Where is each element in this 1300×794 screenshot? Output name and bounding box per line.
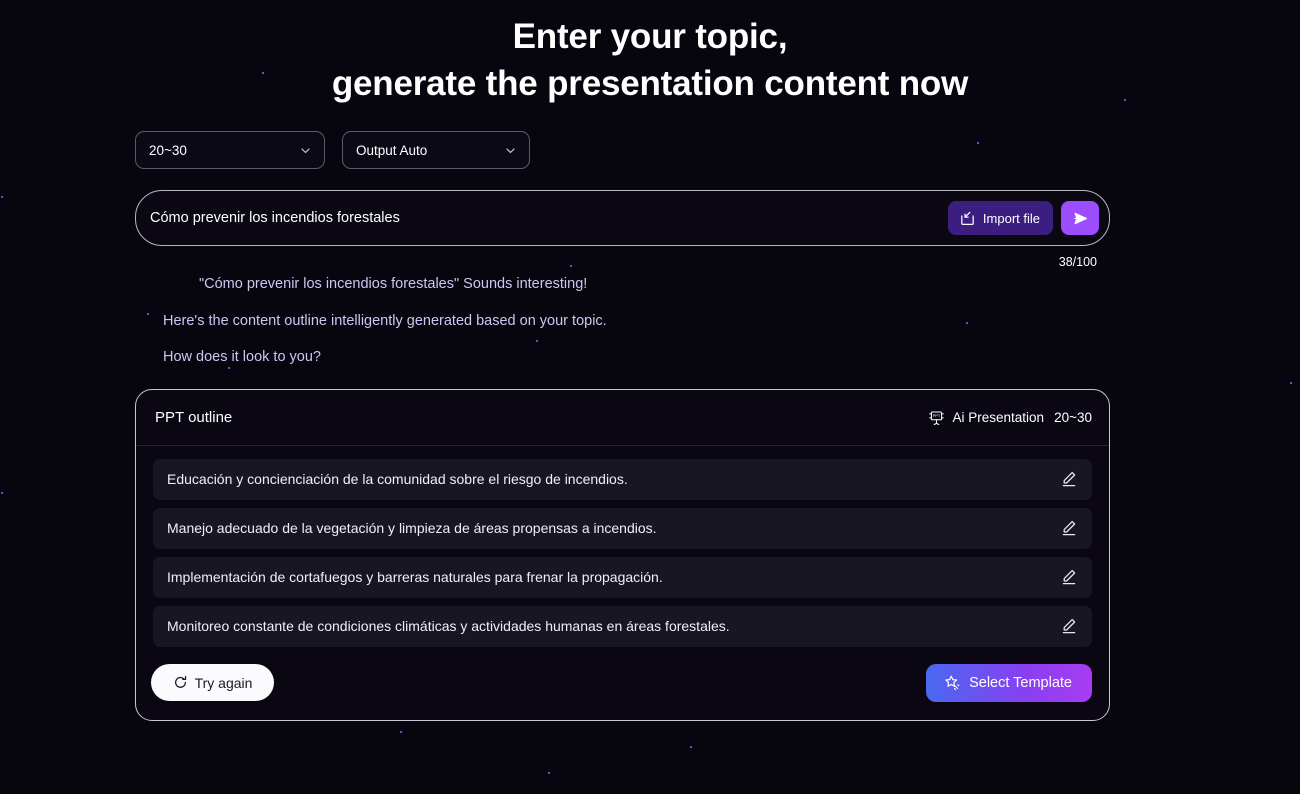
- pencil-edit-icon[interactable]: [1058, 566, 1080, 588]
- try-again-button[interactable]: Try again: [151, 664, 274, 702]
- content-column: 20~30 Output Auto Cómo prevenir los ince…: [135, 131, 1110, 721]
- outline-item[interactable]: Educación y concienciación de la comunid…: [153, 458, 1092, 500]
- outline-items-list: Educación y concienciación de la comunid…: [136, 446, 1109, 647]
- output-mode-select-value: Output Auto: [356, 142, 428, 158]
- assistant-message: Here's the content outline intelligently…: [163, 312, 607, 329]
- outline-item-text: Educación y concienciación de la comunid…: [167, 471, 628, 488]
- outline-card-meta-label: Ai Presentation: [952, 409, 1045, 425]
- outline-item[interactable]: Implementación de cortafuegos y barreras…: [153, 556, 1092, 598]
- pencil-edit-icon[interactable]: [1058, 517, 1080, 539]
- send-icon: [1072, 210, 1089, 227]
- import-file-icon: [959, 210, 976, 227]
- outline-item-text: Manejo adecuado de la vegetación y limpi…: [167, 520, 657, 537]
- options-row: 20~30 Output Auto: [135, 131, 1110, 170]
- outline-card-title: PPT outline: [155, 408, 233, 426]
- select-template-button[interactable]: Select Template: [926, 663, 1092, 702]
- topic-input[interactable]: [148, 210, 948, 227]
- outline-card-header: PPT outline PPT Ai Presentation 20~30: [136, 390, 1109, 446]
- import-file-button[interactable]: Import file: [947, 201, 1053, 236]
- outline-card-footer: Try again Select Template: [136, 655, 1109, 720]
- outline-card-meta: PPT Ai Presentation 20~30: [928, 409, 1092, 426]
- outline-item[interactable]: Monitoreo constante de condiciones climá…: [153, 605, 1092, 647]
- outline-item-text: Monitoreo constante de condiciones climá…: [167, 618, 730, 635]
- chevron-down-icon: [300, 145, 311, 156]
- outline-card-meta-count: 20~30: [1054, 409, 1092, 425]
- try-again-label: Try again: [194, 674, 253, 691]
- assistant-message: "Cómo prevenir los incendios forestales"…: [199, 276, 588, 293]
- refresh-icon: [173, 675, 188, 690]
- pages-count-select-value: 20~30: [149, 142, 187, 158]
- pencil-edit-icon[interactable]: [1058, 615, 1080, 637]
- pencil-edit-icon[interactable]: [1058, 468, 1080, 490]
- page-root: Enter your topic, generate the presentat…: [0, 0, 1300, 794]
- character-counter: 38/100: [1058, 255, 1097, 270]
- assistant-message: How does it look to you?: [163, 349, 321, 366]
- page-title: Enter your topic, generate the presentat…: [0, 0, 1300, 107]
- outline-item-text: Implementación de cortafuegos y barreras…: [167, 569, 663, 586]
- outline-item[interactable]: Manejo adecuado de la vegetación y limpi…: [153, 507, 1092, 549]
- topic-input-bar: Import file: [135, 190, 1110, 247]
- chevron-down-icon: [505, 145, 516, 156]
- pages-count-select[interactable]: 20~30: [135, 131, 325, 170]
- magic-star-icon: [943, 674, 961, 692]
- select-template-label: Select Template: [969, 674, 1072, 691]
- page-title-line-2: generate the presentation content now: [331, 63, 969, 103]
- page-title-line-1: Enter your topic,: [512, 17, 788, 56]
- send-button[interactable]: [1061, 201, 1099, 236]
- svg-text:PPT: PPT: [932, 413, 940, 418]
- assistant-messages: "Cómo prevenir los incendios forestales"…: [135, 277, 1110, 365]
- ppt-presentation-icon: PPT: [928, 409, 945, 426]
- output-mode-select[interactable]: Output Auto: [342, 131, 530, 170]
- ppt-outline-card: PPT outline PPT Ai Presentation 20~30 Ed…: [135, 388, 1110, 721]
- import-file-label: Import file: [982, 210, 1040, 226]
